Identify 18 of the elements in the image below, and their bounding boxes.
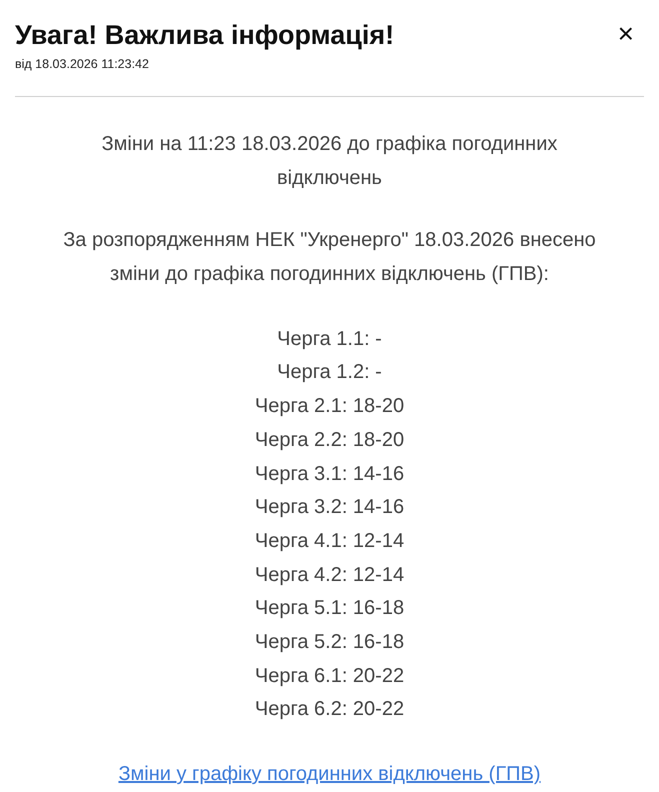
queue-line: Черга 1.1: - <box>277 326 382 352</box>
heading-text: Зміни на 11:23 18.03.2026 до графіка погодинних відключень <box>100 132 558 191</box>
queue-line: Черга 2.2: 18-20 <box>254 428 404 453</box>
queue-line: Черга 1.2: - <box>277 360 382 386</box>
date-text: від 18.03.2026 11:23:42 <box>15 56 150 73</box>
queue-line: Черга 5.1: 16-18 <box>254 596 404 622</box>
queue-line: Черга 2.1: 18-20 <box>254 394 404 420</box>
dialog-title: Увага! Важлива інформація! <box>15 19 394 52</box>
queue-line: Черга 4.2: 12-14 <box>254 562 404 588</box>
queue-line: Черга 6.2: 20-22 <box>254 697 404 722</box>
queue-line: Черга 5.2: 16-18 <box>254 630 404 656</box>
queue-line: Черга 3.2: 14-16 <box>254 495 404 520</box>
close-button[interactable]: × <box>618 20 634 48</box>
schedule-link[interactable]: Зміни у графіку погодинних відключень (ГПВ) <box>118 757 541 792</box>
intro-text: За розпорядженням НЕК "Укренерго" 18.03.2026 внесено зміни до графіка погодинних відключень (ГПВ): <box>62 228 597 287</box>
queue-line: Черга 6.1: 20-22 <box>254 664 404 689</box>
queue-line: Черга 3.1: 14-16 <box>254 462 404 487</box>
queue-line: Черга 4.1: 12-14 <box>254 528 404 554</box>
